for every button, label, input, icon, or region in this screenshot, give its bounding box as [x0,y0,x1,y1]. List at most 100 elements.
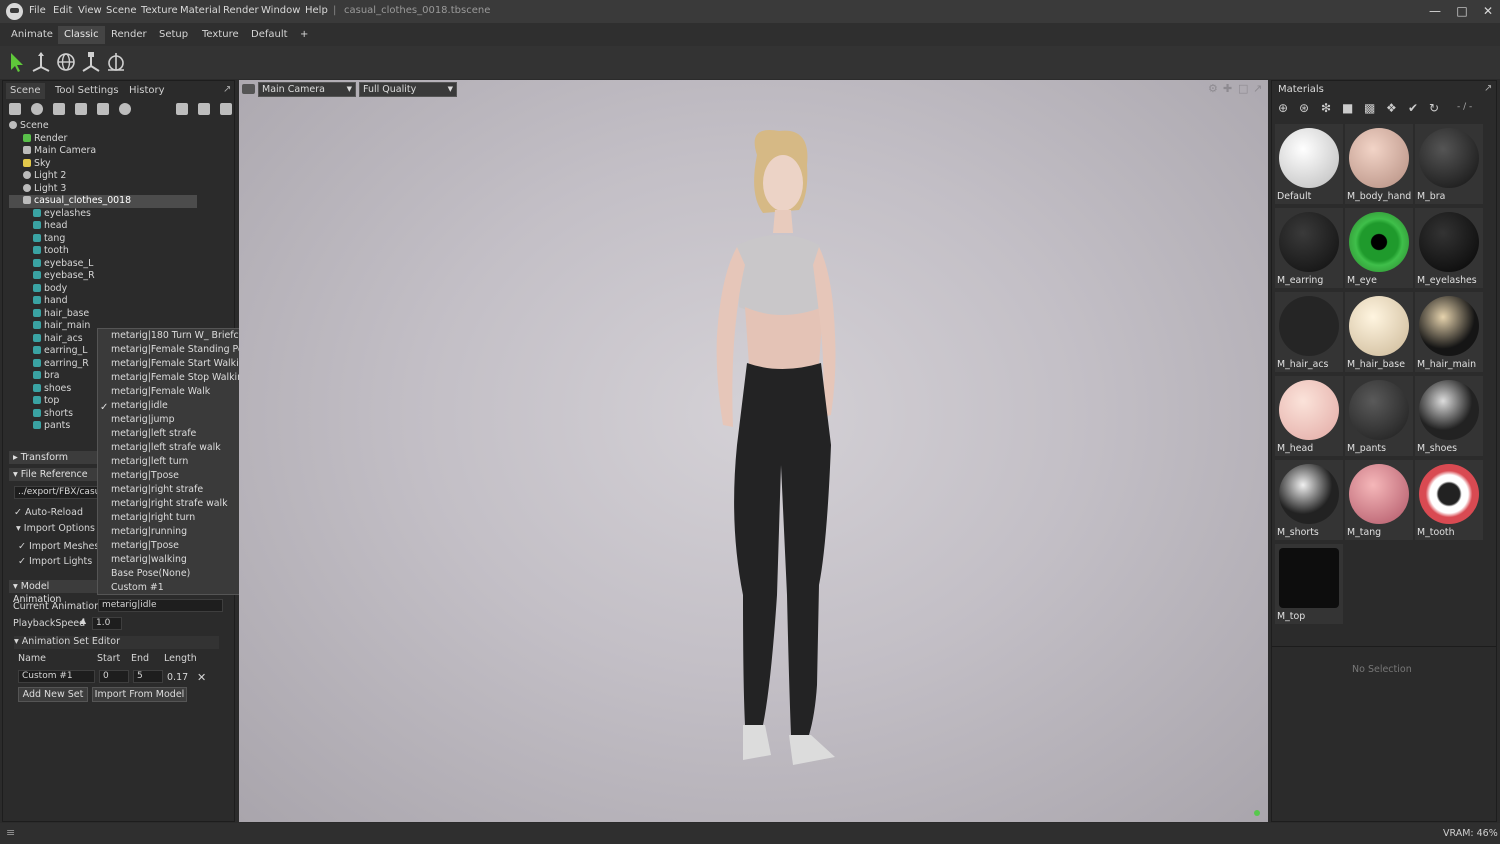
animation-option[interactable]: metarig|idle [111,399,168,413]
section-model-animation[interactable]: ▾ Model Animation [9,580,99,605]
section-transform[interactable]: ▸ Transform [9,451,99,464]
material-default[interactable]: Default [1275,124,1343,204]
checker-icon[interactable]: ❇ [1321,101,1331,115]
menu-window[interactable]: Window [261,5,300,16]
add-group-icon[interactable] [119,103,131,115]
material-body-hand[interactable]: M_body_hand [1345,124,1413,204]
animation-option[interactable]: metarig|Tpose [111,539,179,553]
import-options-toggle[interactable]: ▾ Import Options [16,523,95,534]
animation-option[interactable]: Custom #1 [111,581,164,595]
viewport[interactable]: Main Camera ▼ Full Quality ▼ ⚙ ✚ □ ↗ [239,80,1268,822]
tree-item-sky[interactable]: Sky [9,158,197,171]
add-new-set-button[interactable]: Add New Set [18,687,88,702]
material-eye[interactable]: M_eye [1345,208,1413,288]
material-shorts[interactable]: M_shorts [1275,460,1343,540]
auto-reload-checkbox[interactable]: ✓ Auto-Reload [14,507,83,518]
material-top[interactable]: M_top [1275,544,1343,624]
console-icon[interactable]: ≡ [6,826,15,839]
file-path-field[interactable]: ../export/FBX/casua [14,486,106,499]
section-file-reference[interactable]: ▾ File Reference [9,468,99,481]
select-objects-icon[interactable]: ❖ [1386,101,1397,115]
animation-option[interactable]: metarig|left turn [111,455,188,469]
animation-option[interactable]: metarig|left strafe walk [111,441,221,455]
tree-item-eyebase-l[interactable]: eyebase_L [9,258,197,271]
add-camera-icon[interactable] [53,103,65,115]
universal-tool-icon[interactable] [105,51,127,73]
material-tooth[interactable]: M_tooth [1415,460,1483,540]
delete-material-icon[interactable]: ▩ [1364,101,1375,115]
tree-item-casual-clothes[interactable]: casual_clothes_0018 [9,195,197,208]
material-hair-acs[interactable]: M_hair_acs [1275,292,1343,372]
import-lights-checkbox[interactable]: ✓ Import Lights [18,556,92,567]
animation-option[interactable]: metarig|running [111,525,187,539]
maximize-icon[interactable]: □ [1452,3,1472,19]
add-material-icon[interactable]: ⊕ [1278,101,1288,115]
animation-option[interactable]: metarig|right turn [111,511,195,525]
animation-option[interactable]: metarig|Female Walk [111,385,210,399]
close-icon[interactable]: ✕ [1478,3,1498,19]
frame-icon[interactable]: □ [1238,82,1248,95]
animation-option[interactable]: metarig|right strafe walk [111,497,228,511]
animation-option[interactable]: metarig|Tpose [111,469,179,483]
menu-render[interactable]: Render [223,5,259,16]
tree-item-eyelashes[interactable]: eyelashes [9,208,197,221]
add-shadow-icon[interactable] [97,103,109,115]
tab-default[interactable]: Default [245,26,294,44]
tab-setup[interactable]: Setup [153,26,194,44]
character-model[interactable] [659,125,899,795]
folder-icon[interactable] [176,103,188,115]
tree-item-hand[interactable]: hand [9,295,197,308]
camera-icon[interactable] [242,84,255,94]
tab-render[interactable]: Render [105,26,153,44]
materials-popout-icon[interactable]: ↗ [1484,83,1492,94]
animation-option[interactable]: Base Pose(None) [111,567,190,581]
tree-item-head[interactable]: head [9,220,197,233]
import-meshes-checkbox[interactable]: ✓ Import Meshes [18,541,99,552]
animation-option[interactable]: metarig|Female Stop Walking [111,371,249,385]
tree-item-render[interactable]: Render [9,133,197,146]
material-hair-base[interactable]: M_hair_base [1345,292,1413,372]
settings-icon[interactable]: ⚙ [1208,82,1218,95]
apply-material-icon[interactable]: ✔ [1408,101,1418,115]
tree-item-tang[interactable]: tang [9,233,197,246]
material-tang[interactable]: M_tang [1345,460,1413,540]
anim-set-end-input[interactable]: 5 [133,670,163,683]
animation-option[interactable]: metarig|Female Standing Pose [111,343,254,357]
material-pants[interactable]: M_pants [1345,376,1413,456]
menu-help[interactable]: Help [305,5,328,16]
rotate-tool-icon[interactable] [55,51,77,73]
add-object-icon[interactable] [9,103,21,115]
menu-view[interactable]: View [78,5,102,16]
tree-item-light-2[interactable]: Light 2 [9,170,197,183]
menu-texture[interactable]: Texture [141,5,178,16]
menu-edit[interactable]: Edit [53,5,72,16]
material-head[interactable]: M_head [1275,376,1343,456]
camera-select[interactable]: Main Camera ▼ [258,82,356,97]
tab-animate[interactable]: Animate [5,26,59,44]
stepper-icon[interactable]: ▲ [80,616,86,625]
animation-option[interactable]: metarig|right strafe [111,483,203,497]
playback-speed-input[interactable]: 1.0 [92,617,122,630]
tree-item-tooth[interactable]: tooth [9,245,197,258]
tab-history[interactable]: History [125,83,169,99]
animation-option[interactable]: metarig|jump [111,413,175,427]
tab-scene[interactable]: Scene [6,83,45,99]
refresh-icon[interactable]: ↻ [1429,101,1439,115]
tree-item-scene[interactable]: Scene [9,120,197,133]
material-earring[interactable]: M_earring [1275,208,1343,288]
duplicate-material-icon[interactable]: ⊛ [1299,101,1309,115]
minimize-icon[interactable]: — [1425,3,1445,19]
animation-option[interactable]: metarig|Female Start Walking [111,357,251,371]
remove-set-icon[interactable]: ✕ [197,671,206,684]
menu-material[interactable]: Material [180,5,221,16]
add-sky-icon[interactable] [75,103,87,115]
material-shoes[interactable]: M_shoes [1415,376,1483,456]
move-view-icon[interactable]: ✚ [1223,82,1232,95]
add-light-icon[interactable] [31,103,43,115]
animation-option[interactable]: metarig|left strafe [111,427,196,441]
material-folder-icon[interactable]: ■ [1342,101,1353,115]
fullscreen-icon[interactable]: ↗ [1253,82,1262,95]
anim-set-name-input[interactable]: Custom #1 [18,670,95,683]
tree-item-light-3[interactable]: Light 3 [9,183,197,196]
delete-icon[interactable] [220,103,232,115]
